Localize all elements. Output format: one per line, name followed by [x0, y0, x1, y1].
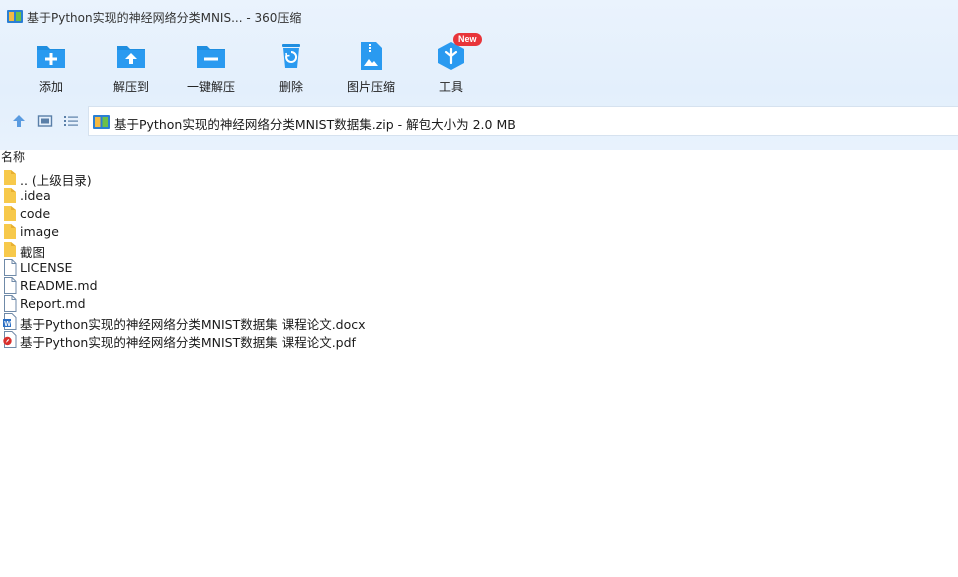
list-item[interactable]: code — [0, 205, 400, 223]
file-icon — [3, 277, 17, 294]
folder-icon — [3, 223, 17, 240]
new-badge: New — [453, 33, 482, 46]
delete-bin-icon — [282, 44, 300, 68]
list-item[interactable]: LICENSE — [0, 259, 400, 277]
folder-icon — [3, 205, 17, 222]
extract-to-label: 解压到 — [112, 80, 149, 94]
folder-icon — [3, 241, 17, 258]
main-toolbar: 添加 解压到 一键解压 删除 图片压缩 工具 — [0, 36, 958, 100]
one-click-extract-icon — [197, 46, 225, 68]
list-item[interactable]: .. (上级目录) — [0, 169, 400, 188]
pdf-document-icon — [3, 331, 17, 348]
archive-app-icon — [7, 10, 23, 23]
one-click-extract-label: 一键解压 — [186, 80, 235, 94]
add-button[interactable]: 添加 — [11, 36, 91, 100]
image-compress-icon — [361, 42, 382, 70]
folder-icon — [3, 169, 17, 186]
list-item[interactable]: Report.md — [0, 295, 400, 313]
thumbnail-view-icon[interactable] — [37, 113, 53, 129]
zip-archive-icon — [93, 115, 110, 129]
file-icon — [3, 295, 17, 312]
window-title: 基于Python实现的神经网络分类MNIS... - 360压缩 — [27, 11, 302, 25]
one-click-extract-button[interactable]: 一键解压 — [171, 36, 251, 100]
svg-text:W: W — [4, 321, 11, 328]
list-item-name: .idea — [20, 188, 51, 203]
list-item-name: README.md — [20, 278, 98, 293]
extract-to-icon — [117, 46, 145, 68]
list-item[interactable]: image — [0, 223, 400, 241]
path-bar[interactable]: 基于Python实现的神经网络分类MNIST数据集.zip - 解包大小为 2.… — [88, 106, 958, 136]
column-header-name[interactable]: 名称 — [0, 146, 958, 164]
delete-button[interactable]: 删除 — [251, 36, 331, 100]
list-item-name: image — [20, 224, 59, 239]
title-bar: 基于Python实现的神经网络分类MNIS... - 360压缩 — [0, 0, 958, 32]
list-item[interactable]: .idea — [0, 187, 400, 205]
tools-button[interactable]: 工具 — [411, 36, 491, 100]
image-compress-label: 图片压缩 — [346, 80, 395, 94]
folder-icon — [3, 187, 17, 204]
list-item-name: LICENSE — [20, 260, 73, 275]
list-item[interactable]: W 基于Python实现的神经网络分类MNIST数据集 课程论文.docx — [0, 313, 400, 332]
image-compress-button[interactable]: 图片压缩 — [331, 36, 411, 100]
add-label: 添加 — [38, 80, 63, 94]
extract-to-button[interactable]: 解压到 — [91, 36, 171, 100]
file-icon — [3, 259, 17, 276]
list-view-icon[interactable] — [63, 113, 79, 129]
column-name-label: 名称 — [1, 150, 26, 164]
list-item[interactable]: 截图 — [0, 241, 400, 260]
up-arrow-icon[interactable] — [11, 113, 27, 129]
list-item-name: code — [20, 206, 51, 221]
archive-path: 基于Python实现的神经网络分类MNIST数据集.zip - 解包大小为 2.… — [114, 117, 516, 132]
add-folder-icon — [37, 46, 65, 68]
word-document-icon: W — [3, 313, 17, 330]
tools-label: 工具 — [438, 80, 463, 94]
list-item-name: Report.md — [20, 296, 86, 311]
list-item-name: 基于Python实现的神经网络分类MNIST数据集 课程论文.pdf — [20, 335, 356, 350]
delete-label: 删除 — [278, 80, 303, 94]
list-item[interactable]: README.md — [0, 277, 400, 295]
list-item[interactable]: 基于Python实现的神经网络分类MNIST数据集 课程论文.pdf — [0, 331, 400, 350]
